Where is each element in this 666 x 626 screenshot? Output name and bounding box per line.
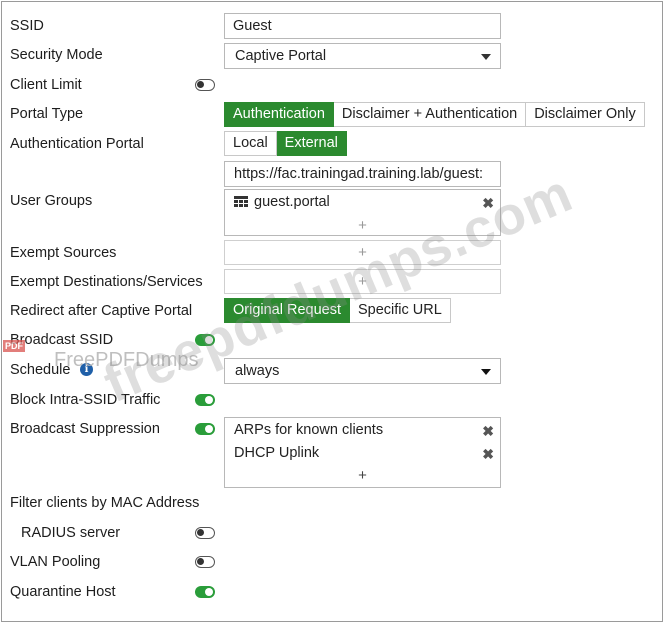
filter-by-mac-label: Filter clients by MAC Address [10, 495, 200, 511]
broadcast-ssid-label: Broadcast SSID [10, 332, 114, 348]
chevron-down-icon [481, 54, 491, 60]
exempt-sources-list[interactable]: + [224, 240, 501, 265]
broadcast-suppression-list: ARPs for known clients ✖ DHCP Uplink ✖ + [224, 417, 501, 488]
vlan-pooling-toggle[interactable] [195, 556, 215, 568]
user-group-item-label: guest.portal [254, 194, 330, 210]
security-mode-select[interactable]: Captive Portal [224, 43, 501, 69]
schedule-label: Schedule [10, 362, 71, 378]
broadcast-suppression-label: Broadcast Suppression [10, 421, 160, 437]
portal-type-disclaimer-authentication[interactable]: Disclaimer + Authentication [333, 102, 527, 127]
user-groups-list: guest.portal ✖ + [224, 189, 501, 236]
suppression-item: DHCP Uplink [234, 445, 320, 461]
exempt-destinations-label: Exempt Destinations/Services [10, 274, 203, 290]
schedule-value: always [235, 363, 280, 379]
radius-server-toggle[interactable] [195, 527, 215, 539]
portal-type-authentication[interactable]: Authentication [224, 102, 334, 127]
user-groups-label: User Groups [10, 193, 93, 209]
client-limit-label: Client Limit [10, 77, 82, 93]
broadcast-ssid-toggle[interactable] [195, 334, 215, 346]
user-group-item: guest.portal [234, 193, 330, 211]
plus-icon[interactable]: + [358, 274, 367, 289]
exempt-sources-label: Exempt Sources [10, 245, 117, 261]
security-mode-label: Security Mode [10, 47, 103, 63]
radius-server-label: RADIUS server [21, 525, 121, 541]
authentication-portal-local[interactable]: Local [224, 131, 277, 156]
suppression-item: ARPs for known clients [234, 422, 384, 438]
portal-type-disclaimer-only[interactable]: Disclaimer Only [526, 102, 645, 127]
vlan-pooling-label: VLAN Pooling [10, 554, 101, 570]
redirect-specific-url[interactable]: Specific URL [350, 298, 451, 323]
client-limit-toggle[interactable] [195, 79, 215, 91]
plus-icon[interactable]: + [358, 245, 367, 260]
redirect-after-portal-segmented: Original Request Specific URL [224, 298, 451, 323]
block-intra-ssid-label: Block Intra-SSID Traffic [10, 392, 161, 408]
authentication-portal-external[interactable]: External [276, 131, 347, 156]
user-group-icon [234, 196, 248, 207]
portal-type-label: Portal Type [10, 106, 84, 122]
block-intra-ssid-toggle[interactable] [195, 394, 215, 406]
plus-icon[interactable]: + [358, 218, 367, 233]
redirect-after-portal-label: Redirect after Captive Portal [10, 303, 193, 319]
exempt-destinations-list[interactable]: + [224, 269, 501, 294]
redirect-original-request[interactable]: Original Request [224, 298, 350, 323]
external-portal-url-input[interactable]: https://fac.trainingad.training.lab/gues… [224, 161, 501, 187]
portal-type-segmented: Authentication Disclaimer + Authenticati… [224, 102, 645, 127]
ssid-input[interactable]: Guest [224, 13, 501, 39]
plus-icon[interactable]: + [358, 468, 367, 483]
security-mode-value: Captive Portal [235, 48, 327, 64]
close-icon[interactable]: ✖ [482, 446, 494, 462]
schedule-select[interactable]: always [224, 358, 501, 384]
ssid-label: SSID [10, 18, 44, 34]
authentication-portal-segmented: Local External [224, 131, 347, 156]
ssid-settings-panel: SSID Guest Security Mode Captive Portal … [1, 1, 663, 622]
close-icon[interactable]: ✖ [482, 423, 494, 439]
quarantine-host-toggle[interactable] [195, 586, 215, 598]
info-icon[interactable]: i [80, 363, 93, 376]
close-icon[interactable]: ✖ [482, 195, 494, 211]
chevron-down-icon [481, 369, 491, 375]
authentication-portal-label: Authentication Portal [10, 136, 144, 152]
broadcast-suppression-toggle[interactable] [195, 423, 215, 435]
quarantine-host-label: Quarantine Host [10, 584, 116, 600]
